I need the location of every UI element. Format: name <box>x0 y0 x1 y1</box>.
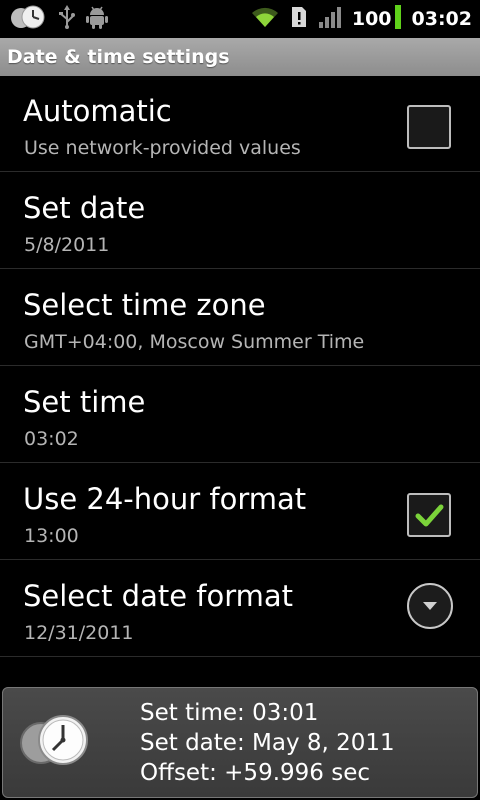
checkmark-icon <box>415 504 444 527</box>
clock-sync-icon <box>17 710 93 778</box>
android-debug-icon <box>86 5 108 33</box>
setting-set-date-summary: 5/8/2011 <box>24 234 110 256</box>
battery-level-text: 100 <box>351 8 392 30</box>
setting-set-date[interactable]: Set date 5/8/2011 <box>0 173 480 269</box>
wifi-icon <box>250 5 280 33</box>
setting-set-time-title: Set time <box>23 385 146 419</box>
setting-date-format-title: Select date format <box>23 579 294 613</box>
setting-automatic-title: Automatic <box>23 94 172 128</box>
page-title: Date & time settings <box>7 46 230 68</box>
setting-set-time[interactable]: Set time 03:02 <box>0 367 480 463</box>
setting-time-zone[interactable]: Select time zone GMT+04:00, Moscow Summe… <box>0 270 480 366</box>
battery-icon <box>394 4 402 34</box>
setting-automatic-summary: Use network-provided values <box>24 137 301 159</box>
title-bar: Date & time settings <box>0 38 480 76</box>
toast-offset: Offset: +59.996 sec <box>140 760 370 786</box>
alert-icon <box>290 5 308 33</box>
automatic-checkbox[interactable] <box>407 105 451 149</box>
signal-icon <box>318 5 342 33</box>
setting-24-hour-format[interactable]: Use 24-hour format 13:00 <box>0 464 480 560</box>
setting-date-format-summary: 12/31/2011 <box>24 622 134 644</box>
toast-set-time: Set time: 03:01 <box>140 700 319 726</box>
setting-set-time-summary: 03:02 <box>24 428 79 450</box>
status-bar-system-icons: 100 03:02 <box>250 0 472 38</box>
24-hour-checkbox[interactable] <box>407 493 451 537</box>
setting-time-zone-summary: GMT+04:00, Moscow Summer Time <box>24 331 365 353</box>
status-bar-clock: 03:02 <box>411 8 472 30</box>
setting-24-hour-summary: 13:00 <box>24 525 79 547</box>
status-bar-notifications <box>0 4 108 34</box>
date-format-dropdown-button[interactable] <box>407 583 453 629</box>
toast-set-date: Set date: May 8, 2011 <box>140 730 395 756</box>
setting-time-zone-title: Select time zone <box>23 288 266 322</box>
setting-date-format[interactable]: Select date format 12/31/2011 <box>0 561 480 657</box>
status-bar: 100 03:02 <box>0 0 480 38</box>
clock-notification-icon <box>8 4 48 34</box>
time-sync-toast: Set time: 03:01 Set date: May 8, 2011 Of… <box>2 687 478 798</box>
setting-24-hour-title: Use 24-hour format <box>23 482 307 516</box>
setting-automatic[interactable]: Automatic Use network-provided values <box>0 76 480 172</box>
chevron-down-icon <box>423 602 437 610</box>
setting-set-date-title: Set date <box>23 191 146 225</box>
usb-icon <box>58 5 76 33</box>
toast-text: Set time: 03:01 Set date: May 8, 2011 Of… <box>140 698 395 788</box>
